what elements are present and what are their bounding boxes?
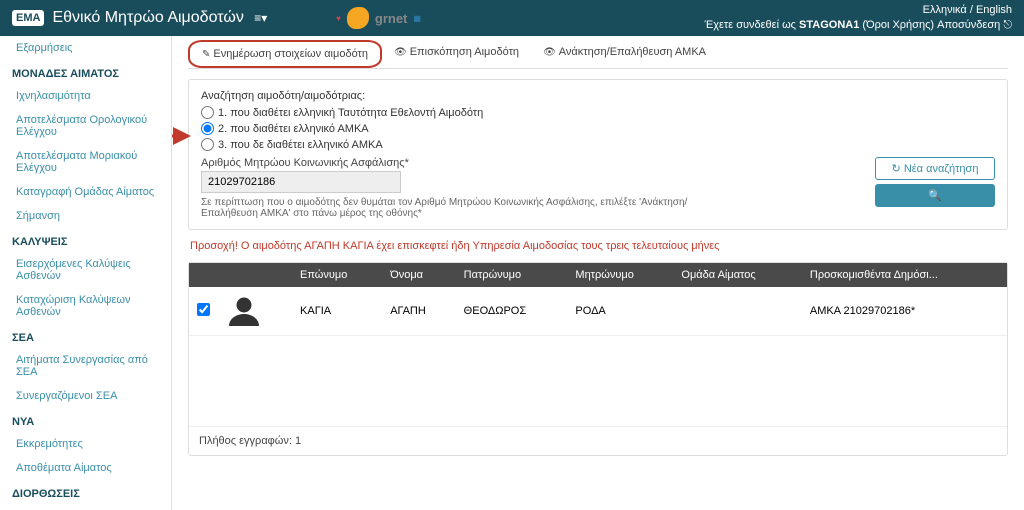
search-legend: Αναζήτηση αιμοδότη/αιμοδότριας: bbox=[201, 90, 995, 102]
cell-doc: ΑΜΚΑ 21029702186* bbox=[802, 287, 1007, 336]
annotation-arrow bbox=[172, 124, 194, 148]
sidebar-item[interactable]: Αποθέματα Αίματος bbox=[0, 456, 171, 480]
sidebar-heading: ΜΟΝΑΔΕΣ ΑΙΜΑΤΟΣ bbox=[0, 60, 171, 84]
lang-greek[interactable]: Ελληνικά bbox=[923, 4, 967, 16]
cell-name: ΑΓΑΠΗ bbox=[382, 287, 455, 336]
sidebar-item[interactable]: Καταγραφή Ομάδας Αίματος bbox=[0, 180, 171, 204]
partner-logo-2 bbox=[347, 7, 369, 29]
tab[interactable]: ✎Ενημέρωση στοιχείων αιμοδότη bbox=[188, 40, 382, 68]
username: STAGONA1 bbox=[799, 19, 859, 31]
search-option[interactable]: 3. που δε διαθέτει ελληνικό ΑΜΚΑ bbox=[201, 138, 995, 151]
app-title: Εθνικό Μητρώο Αιμοδοτών ≡▾ bbox=[52, 9, 336, 27]
column-header[interactable]: Όνομα bbox=[382, 263, 455, 287]
app-logo: ΕΜΑ bbox=[12, 10, 44, 26]
radio-input[interactable] bbox=[201, 122, 214, 135]
cell-surname: ΚΑΓΙΑ bbox=[292, 287, 382, 336]
radio-input[interactable] bbox=[201, 138, 214, 151]
sidebar-item[interactable]: Αποτελέσματα Ορολογικού Ελέγχου bbox=[0, 108, 171, 144]
partner-logos: ♥ grnet ▦ bbox=[336, 7, 421, 29]
topbar: ΕΜΑ Εθνικό Μητρώο Αιμοδοτών ≡▾ ♥ grnet ▦… bbox=[0, 0, 1024, 36]
partner-logo-1: ♥ bbox=[336, 14, 341, 23]
record-count: Πλήθος εγγραφών: 1 bbox=[189, 426, 1007, 455]
sidebar: ΕξαρμήσειςΜΟΝΑΔΕΣ ΑΙΜΑΤΟΣΙχνηλασιμότηταΑ… bbox=[0, 36, 172, 510]
column-header[interactable]: Επώνυμο bbox=[292, 263, 382, 287]
avatar-icon bbox=[226, 293, 262, 329]
terms-link[interactable]: (Όροι Χρήσης) bbox=[862, 19, 934, 31]
column-header[interactable]: Πατρώνυμο bbox=[456, 263, 568, 287]
sidebar-item[interactable]: Εισερχόμενες Καλύψεις Ασθενών bbox=[0, 252, 171, 288]
search-panel: Αναζήτηση αιμοδότη/αιμοδότριας: 1. που δ… bbox=[188, 79, 1008, 230]
column-header[interactable]: Μητρώνυμο bbox=[567, 263, 673, 287]
sidebar-item[interactable]: Ιχνηλασιμότητα bbox=[0, 84, 171, 108]
lang-english[interactable]: English bbox=[976, 4, 1012, 16]
content-area: ✎Ενημέρωση στοιχείων αιμοδότη👁Επισκόπηση… bbox=[172, 36, 1024, 510]
search-button[interactable]: 🔍 bbox=[875, 184, 995, 207]
menu-icon[interactable]: ≡▾ bbox=[254, 11, 267, 25]
search-icon: 🔍 bbox=[928, 190, 942, 202]
column-header[interactable] bbox=[189, 263, 218, 287]
sidebar-item[interactable]: Αιτήματα Συνεργασίας από ΣΕΑ bbox=[0, 348, 171, 384]
tab[interactable]: 👁Ανάκτηση/Επαλήθευση ΑΜΚΑ bbox=[531, 40, 718, 68]
amka-field-label: Αριθμός Μητρώου Κοινωνικής Ασφάλισης* bbox=[201, 157, 865, 169]
warning-alert: Προσοχή! Ο αιμοδότης ΑΓΑΠΗ ΚΑΓΙΑ έχει επ… bbox=[190, 240, 1006, 252]
sidebar-heading: ΣΕΑ bbox=[0, 324, 171, 348]
radio-input[interactable] bbox=[201, 106, 214, 119]
tab[interactable]: 👁Επισκόπηση Αιμοδότη bbox=[382, 40, 531, 68]
search-option[interactable]: 1. που διαθέτει ελληνική Ταυτότητα Εθελο… bbox=[201, 106, 995, 119]
amka-input[interactable] bbox=[201, 171, 401, 193]
sidebar-item[interactable]: Αποτελέσματα Μοριακού Ελέγχου bbox=[0, 144, 171, 180]
table-row[interactable]: ΚΑΓΙΑΑΓΑΠΗΘΕΟΔΩΡΟΣΡΟΔΑ ΑΜΚΑ 21029702186* bbox=[189, 287, 1007, 336]
logout-icon[interactable]: ⎋ bbox=[1003, 19, 1012, 31]
cell-mother: ΡΟΔΑ bbox=[567, 287, 673, 336]
column-header[interactable]: Ομάδα Αίματος bbox=[673, 263, 802, 287]
row-checkbox[interactable] bbox=[197, 303, 210, 316]
topbar-right: Ελληνικά / English Έχετε συνδεθεί ως STA… bbox=[705, 3, 1012, 34]
tab-icon: 👁 bbox=[394, 47, 407, 58]
sidebar-heading: ΚΑΛΥΨΕΙΣ bbox=[0, 228, 171, 252]
sidebar-item[interactable]: Καταχώριση Καλύψεων Ασθενών bbox=[0, 288, 171, 324]
search-option[interactable]: 2. που διαθέτει ελληνικό ΑΜΚΑ bbox=[201, 122, 995, 135]
tabs: ✎Ενημέρωση στοιχείων αιμοδότη👁Επισκόπηση… bbox=[188, 40, 1008, 69]
column-header[interactable] bbox=[218, 263, 292, 287]
sidebar-heading: ΝΥΑ bbox=[0, 408, 171, 432]
sidebar-item[interactable]: Εξαρμήσεις bbox=[0, 36, 171, 60]
tab-icon: ✎ bbox=[202, 49, 210, 60]
sidebar-heading: ΔΙΟΡΘΩΣΕΙΣ bbox=[0, 480, 171, 504]
sidebar-item[interactable]: Σήμανση bbox=[0, 204, 171, 228]
new-search-button[interactable]: ↻ Νέα αναζήτηση bbox=[875, 157, 995, 180]
cell-father: ΘΕΟΔΩΡΟΣ bbox=[456, 287, 568, 336]
sidebar-item[interactable]: Εκκρεμότητες bbox=[0, 432, 171, 456]
sidebar-item[interactable]: Διόρθωση Στοιχείων Ερωτηματολογίων bbox=[0, 504, 171, 510]
cell-blood bbox=[673, 287, 802, 336]
grnet-logo: grnet bbox=[375, 11, 408, 26]
refresh-icon: ↻ bbox=[892, 163, 901, 175]
partner-logo-3: ▦ bbox=[413, 14, 421, 23]
column-header[interactable]: Προσκομισθέντα Δημόσι... bbox=[802, 263, 1007, 287]
logout-link[interactable]: Αποσύνδεση bbox=[937, 19, 1000, 31]
results-table: ΕπώνυμοΌνομαΠατρώνυμοΜητρώνυμοΟμάδα Αίμα… bbox=[189, 263, 1007, 336]
results-panel: ΕπώνυμοΌνομαΠατρώνυμοΜητρώνυμοΟμάδα Αίμα… bbox=[188, 262, 1008, 456]
amka-hint: Σε περίπτωση που ο αιμοδότης δεν θυμάται… bbox=[201, 197, 701, 219]
tab-icon: 👁 bbox=[543, 47, 556, 58]
sidebar-item[interactable]: Συνεργαζόμενοι ΣΕΑ bbox=[0, 384, 171, 408]
